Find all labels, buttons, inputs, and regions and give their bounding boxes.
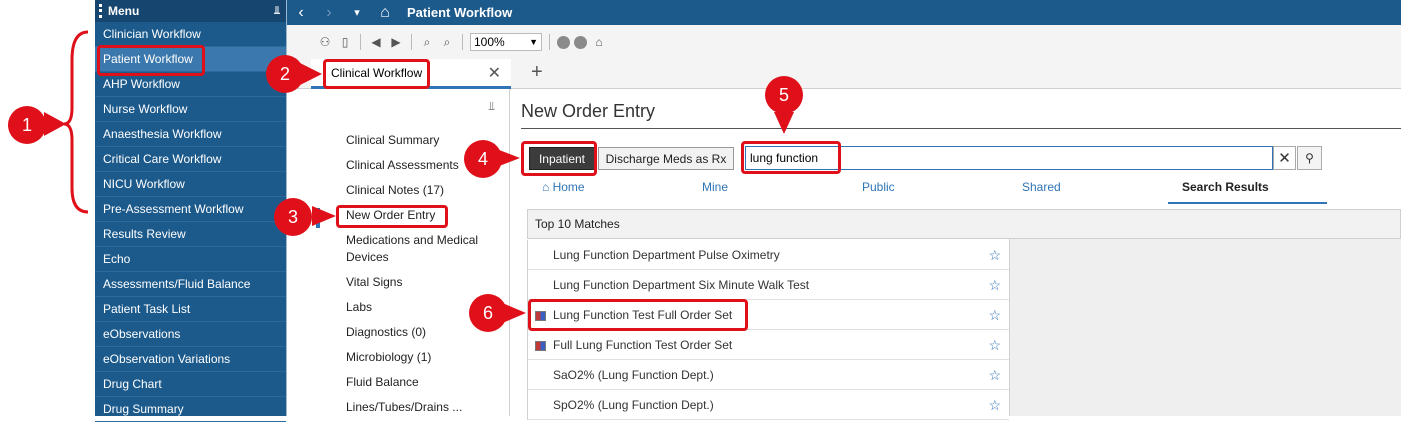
annotation-overlay — [44, 30, 794, 324]
highlight-search — [741, 141, 841, 174]
highlight-new-order-entry — [336, 205, 448, 228]
annotation-bracket — [63, 30, 89, 214]
highlight-result — [528, 299, 748, 331]
highlight-inpatient — [521, 141, 597, 176]
marker-1: 1 — [8, 106, 46, 144]
marker-5-tail — [774, 112, 794, 134]
marker-1-tail — [44, 112, 66, 136]
marker-5: 5 — [765, 76, 803, 114]
marker-3: 3 — [274, 198, 312, 236]
highlight-patient-workflow — [97, 45, 205, 76]
marker-6: 6 — [469, 294, 507, 332]
marker-3-tail — [312, 206, 336, 226]
highlight-clinical-workflow-tab — [323, 59, 430, 89]
marker-4: 4 — [464, 140, 502, 178]
marker-2: 2 — [266, 55, 304, 93]
